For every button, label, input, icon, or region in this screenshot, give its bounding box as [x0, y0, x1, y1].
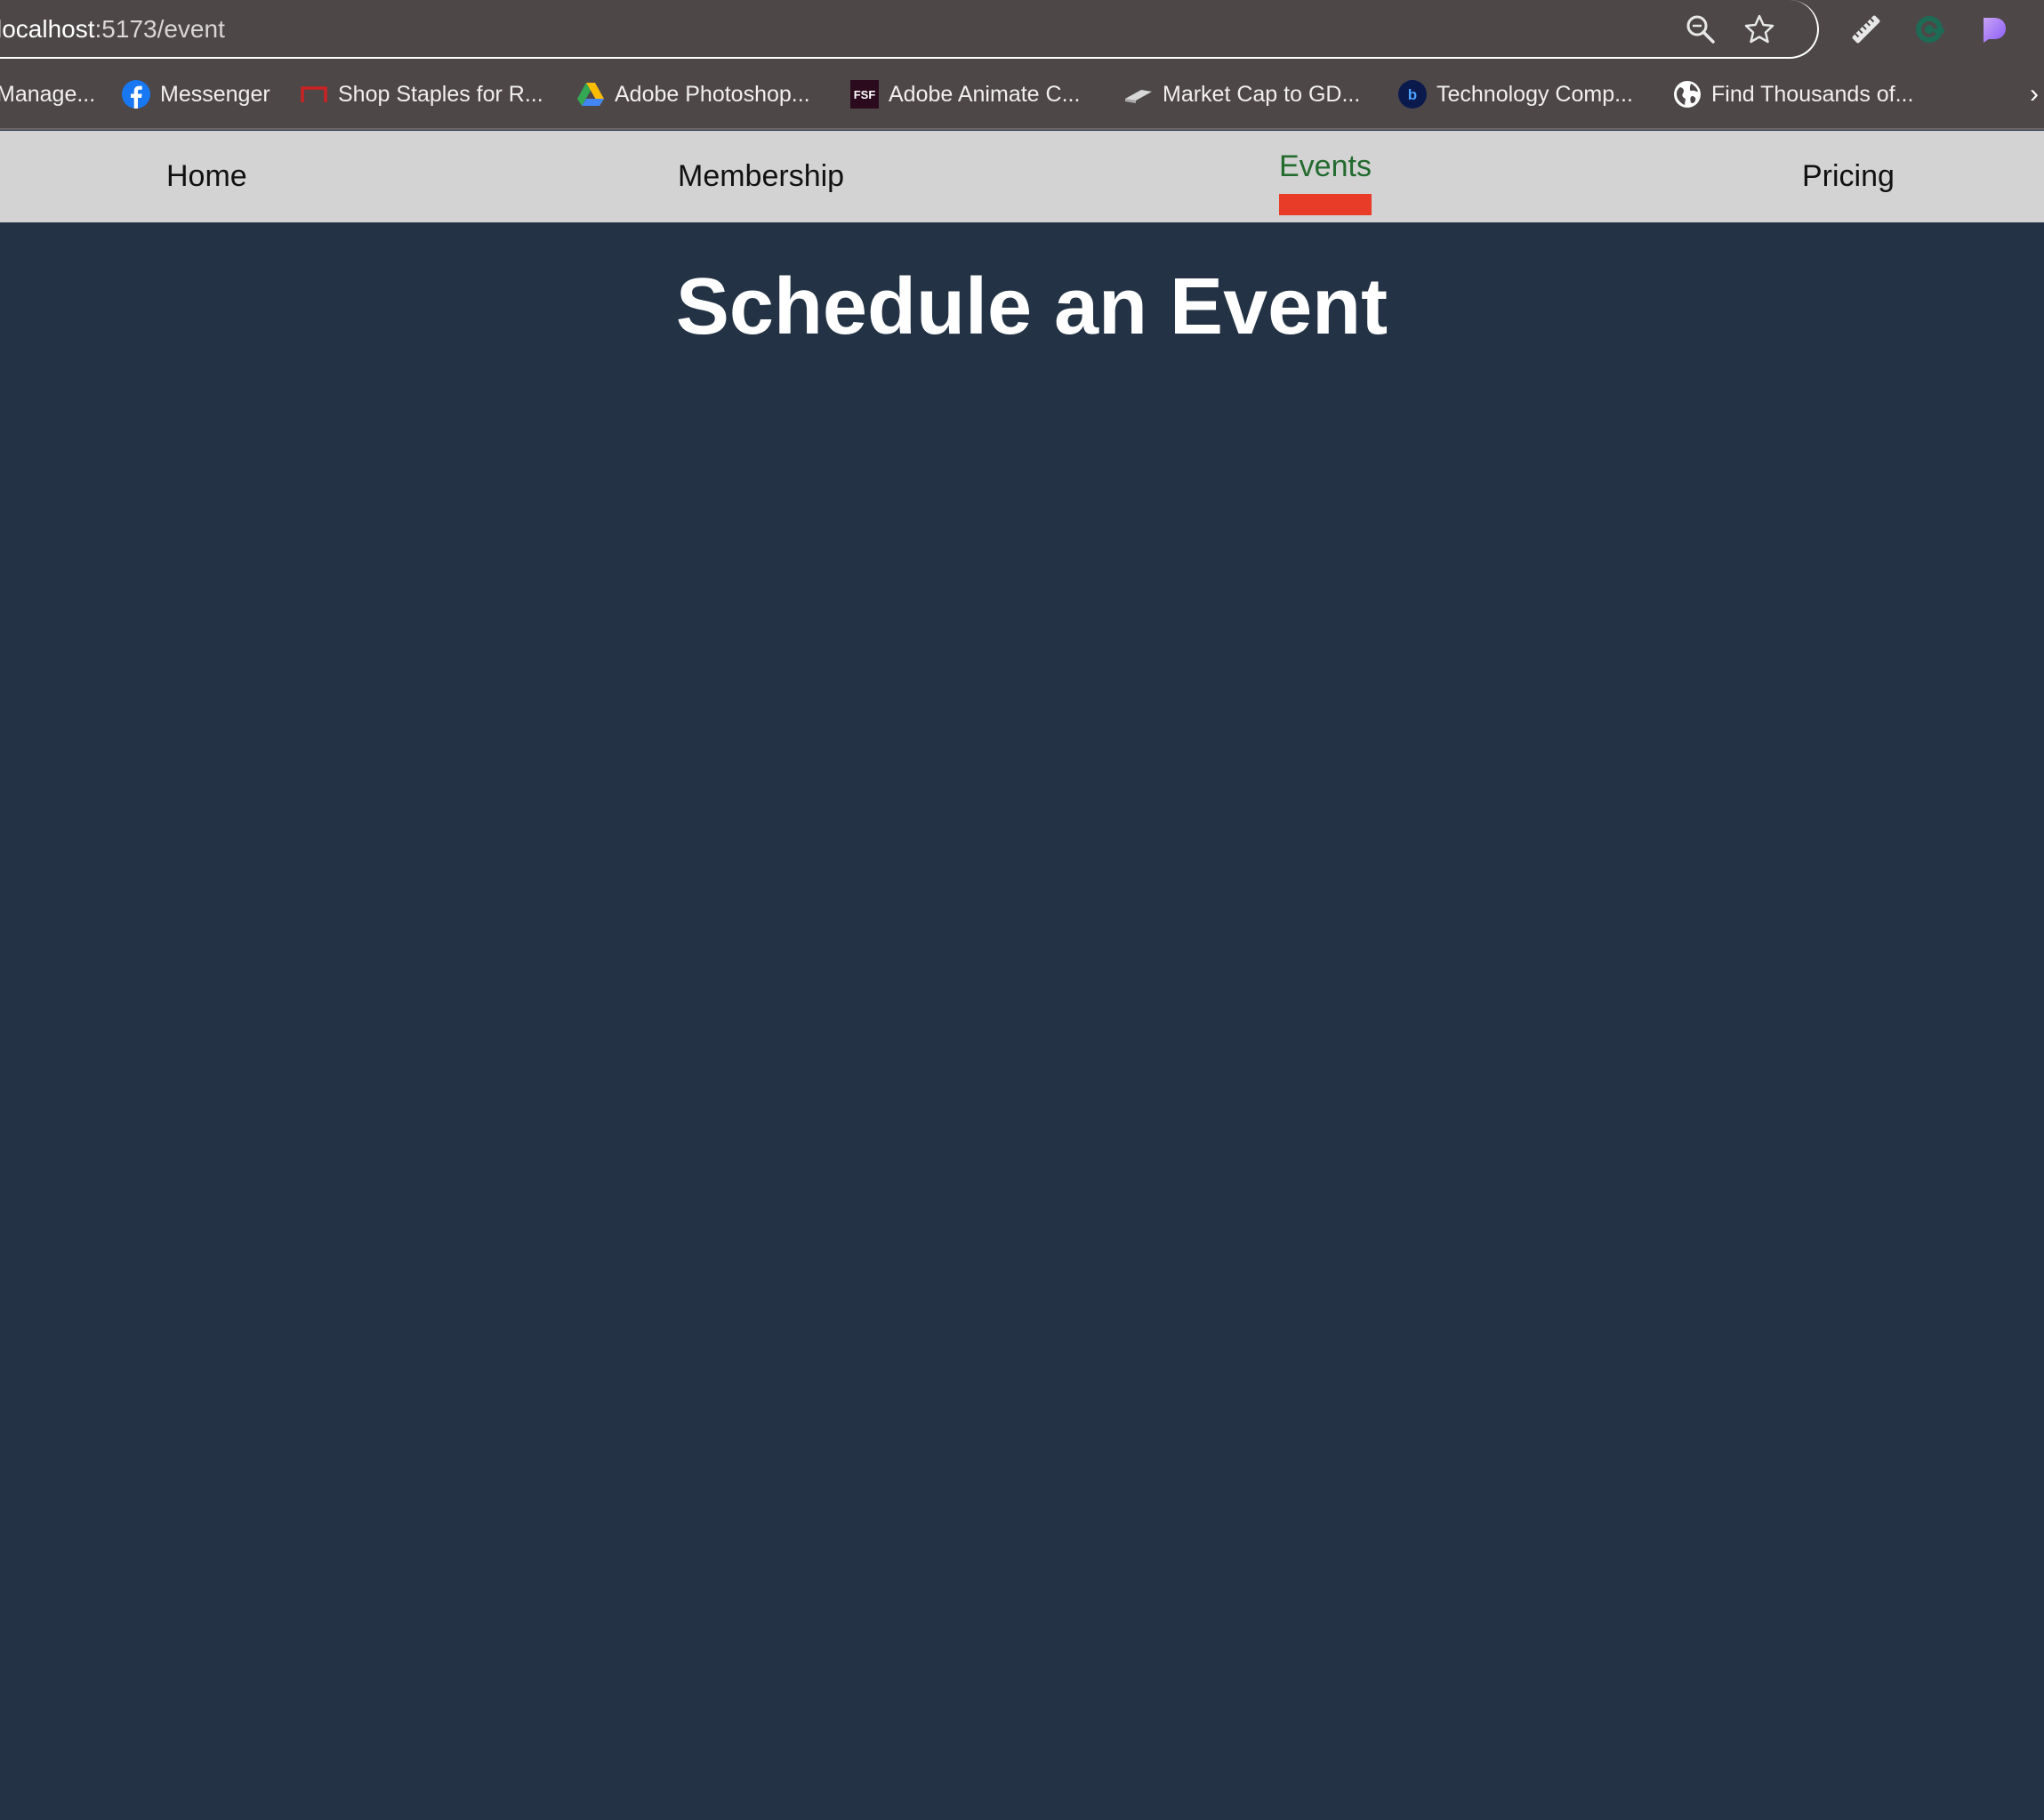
- bookmark-label: Market Cap to GD...: [1163, 81, 1361, 107]
- google-drive-icon: [577, 83, 604, 106]
- svg-text:FSF: FSF: [854, 88, 876, 101]
- nav-home[interactable]: Home: [166, 131, 247, 222]
- page-title: Schedule an Event: [675, 262, 1388, 351]
- b-icon: b: [1398, 80, 1427, 109]
- active-tab-indicator: [1279, 194, 1372, 215]
- bookmarks-bar: Manage... Messenger Shop Staples for R..…: [0, 59, 2044, 130]
- ruler-icon[interactable]: [1847, 11, 1885, 48]
- grammarly-icon[interactable]: [1911, 11, 1948, 48]
- bookmark-label: Shop Staples for R...: [338, 81, 543, 107]
- url-path: :5173/event: [94, 15, 225, 43]
- bookmarks-overflow-button[interactable]: ›: [2030, 75, 2039, 114]
- nav-membership[interactable]: Membership: [678, 131, 844, 222]
- bookmark-label: Messenger: [160, 81, 270, 107]
- bookmark-messenger[interactable]: Messenger: [121, 75, 270, 114]
- staples-icon: [301, 86, 327, 102]
- fsf-icon: FSF: [850, 80, 879, 109]
- extension-icon[interactable]: [1975, 11, 2012, 48]
- nav-pricing[interactable]: Pricing: [1802, 131, 1895, 222]
- facebook-icon: [122, 80, 150, 109]
- svg-text:b: b: [1408, 86, 1417, 103]
- globe-icon: [1674, 81, 1701, 108]
- bookmark-staples[interactable]: Shop Staples for R...: [299, 75, 543, 114]
- market-icon: [1125, 90, 1152, 103]
- address-bar[interactable]: localhost:5173/event: [0, 0, 1819, 59]
- main-content: Schedule an Event: [0, 222, 2044, 1820]
- bookmark-label: Technology Comp...: [1436, 81, 1633, 107]
- bookmark-manage[interactable]: Manage...: [0, 75, 95, 114]
- bookmark-technology[interactable]: b Technology Comp...: [1397, 75, 1633, 114]
- url-text[interactable]: localhost:5173/event: [0, 12, 225, 47]
- bookmark-label: Find Thousands of...: [1711, 81, 1914, 107]
- main-nav: Home Membership Events Pricing: [0, 131, 2044, 222]
- url-host: localhost: [0, 15, 95, 43]
- bookmark-label: Adobe Photoshop...: [615, 81, 810, 107]
- zoom-icon[interactable]: [1683, 12, 1718, 47]
- bookmark-animate[interactable]: FSF Adobe Animate C...: [849, 75, 1080, 114]
- bookmark-label: Adobe Animate C...: [889, 81, 1081, 107]
- bookmark-photoshop[interactable]: Adobe Photoshop...: [575, 75, 810, 114]
- bookmark-label: Manage...: [0, 81, 96, 107]
- browser-toolbar: localhost:5173/event: [0, 0, 2044, 59]
- star-icon[interactable]: [1742, 12, 1777, 47]
- bookmark-find-thousands[interactable]: Find Thousands of...: [1672, 75, 1913, 114]
- nav-events-label: Events: [1279, 149, 1372, 183]
- bookmark-market-cap[interactable]: Market Cap to GD...: [1123, 75, 1360, 114]
- nav-events[interactable]: Events: [1279, 131, 1372, 222]
